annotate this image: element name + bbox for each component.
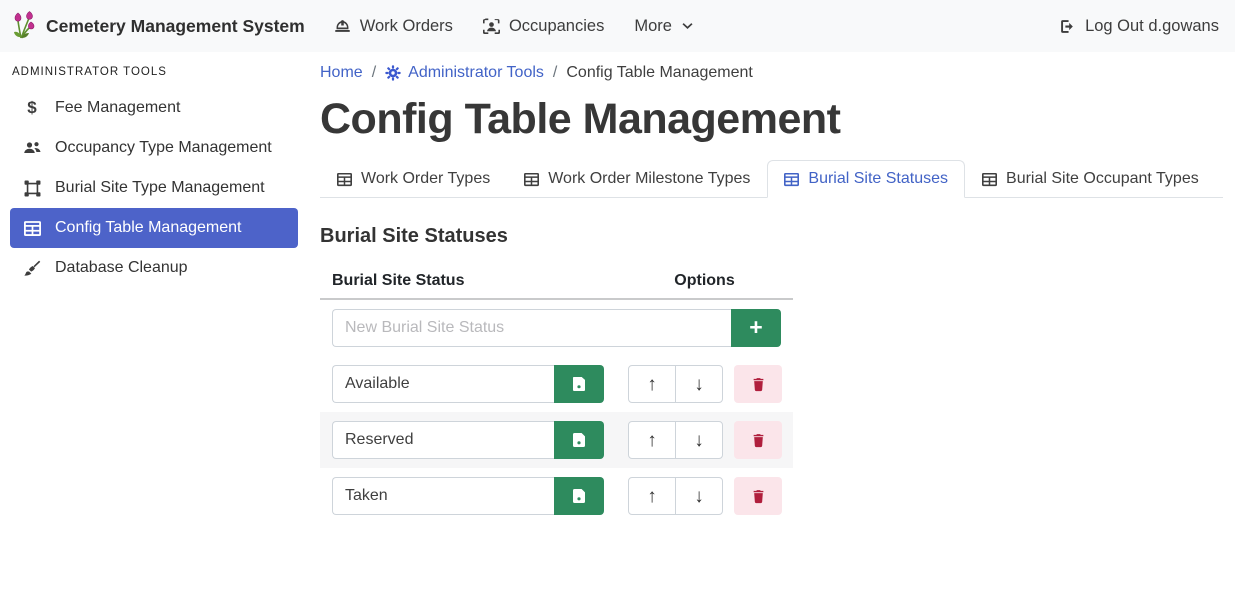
reorder-button-group: ↑ ↓ [628, 365, 723, 403]
add-status-button[interactable]: + [731, 309, 781, 347]
save-floppy-icon [571, 376, 587, 392]
sidebar-heading: ADMINISTRATOR TOOLS [0, 64, 308, 88]
sidebar: ADMINISTRATOR TOOLS $ Fee Management Occ… [0, 52, 308, 288]
sidebar-item-label: Database Cleanup [55, 259, 188, 277]
chevron-down-icon [681, 20, 694, 33]
column-header-status: Burial Site Status [320, 264, 616, 298]
plus-icon: + [749, 316, 762, 341]
people-icon [22, 140, 42, 156]
tab-label: Work Order Milestone Types [548, 170, 750, 188]
reorder-button-group: ↑ ↓ [628, 477, 723, 515]
page-title: Config Table Management [320, 95, 1223, 144]
nav-item-label: Occupancies [509, 17, 604, 36]
move-down-button[interactable]: ↓ [675, 477, 723, 515]
save-floppy-icon [571, 488, 587, 504]
table-icon [524, 172, 539, 187]
dollar-icon: $ [22, 98, 42, 118]
breadcrumb-admin-tools-link[interactable]: Administrator Tools [385, 64, 544, 82]
arrow-up-icon: ↑ [647, 374, 657, 395]
trash-icon [751, 377, 766, 392]
nav-item-occupancies[interactable]: Occupancies [468, 7, 619, 46]
tab-label: Work Order Types [361, 170, 490, 188]
breadcrumb-separator: / [553, 64, 557, 82]
delete-button[interactable] [734, 421, 782, 459]
move-up-button[interactable]: ↑ [628, 477, 676, 515]
delete-button[interactable] [734, 365, 782, 403]
arrow-down-icon: ↓ [694, 486, 704, 507]
top-navbar: Cemetery Management System Work Orders O… [0, 0, 1235, 52]
breadcrumb-label: Administrator Tools [408, 64, 544, 82]
table-icon [337, 172, 352, 187]
table-icon [784, 172, 799, 187]
new-status-input[interactable] [332, 309, 731, 347]
breadcrumb: Home / [320, 64, 1223, 82]
status-row-taken: ↑ ↓ [320, 468, 793, 524]
sidebar-item-fee-management[interactable]: $ Fee Management [10, 88, 298, 128]
sidebar-item-label: Occupancy Type Management [55, 139, 272, 157]
tab-work-order-types[interactable]: Work Order Types [320, 160, 507, 198]
nav-links: Work Orders Occupancies More [319, 7, 709, 46]
bounding-box-icon [22, 180, 42, 197]
column-header-options: Options [616, 264, 793, 298]
arrow-down-icon: ↓ [694, 430, 704, 451]
save-button[interactable] [554, 421, 604, 459]
sidebar-item-database-cleanup[interactable]: Database Cleanup [10, 248, 298, 288]
brand[interactable]: Cemetery Management System [10, 11, 305, 41]
sidebar-item-label: Config Table Management [55, 219, 242, 237]
save-button[interactable] [554, 365, 604, 403]
breadcrumb-separator: / [372, 64, 376, 82]
hard-hat-icon [334, 18, 351, 35]
status-input[interactable] [332, 477, 554, 515]
nav-item-label: Work Orders [360, 17, 453, 36]
burial-site-status-table: Burial Site Status Options + [320, 264, 793, 524]
delete-button[interactable] [734, 477, 782, 515]
logout-button[interactable]: Log Out d.gowans [1059, 17, 1219, 36]
breadcrumb-current: Config Table Management [566, 64, 753, 82]
tab-burial-site-occupant-types[interactable]: Burial Site Occupant Types [965, 160, 1216, 198]
tab-bar: Work Order Types Work Order Milestone Ty… [320, 160, 1223, 198]
sidebar-item-occupancy-type-management[interactable]: Occupancy Type Management [10, 128, 298, 168]
sidebar-item-burial-site-type-management[interactable]: Burial Site Type Management [10, 168, 298, 208]
save-floppy-icon [571, 432, 587, 448]
arrow-up-icon: ↑ [647, 430, 657, 451]
arrow-down-icon: ↓ [694, 374, 704, 395]
tulips-logo-icon [10, 11, 37, 41]
logout-label: Log Out d.gowans [1085, 17, 1219, 36]
status-row-available: ↑ ↓ [320, 356, 793, 412]
new-status-row: + [320, 300, 793, 356]
tab-label: Burial Site Statuses [808, 170, 948, 188]
main-content: Home / [308, 52, 1235, 591]
nav-item-label: More [634, 17, 672, 36]
move-up-button[interactable]: ↑ [628, 365, 676, 403]
reorder-button-group: ↑ ↓ [628, 421, 723, 459]
save-button[interactable] [554, 477, 604, 515]
sidebar-item-config-table-management[interactable]: Config Table Management [10, 208, 298, 248]
app-title: Cemetery Management System [46, 16, 305, 37]
sidebar-item-label: Fee Management [55, 99, 180, 117]
box-arrow-right-icon [1059, 18, 1076, 35]
tab-work-order-milestone-types[interactable]: Work Order Milestone Types [507, 160, 767, 198]
tab-burial-site-statuses[interactable]: Burial Site Statuses [767, 160, 965, 198]
sidebar-item-label: Burial Site Type Management [55, 179, 265, 197]
breadcrumb-home-link[interactable]: Home [320, 64, 363, 82]
gear-icon [385, 65, 401, 81]
table-header-row: Burial Site Status Options [320, 264, 793, 300]
move-down-button[interactable]: ↓ [675, 365, 723, 403]
status-input[interactable] [332, 421, 554, 459]
nav-item-more[interactable]: More [619, 7, 709, 46]
tab-label: Burial Site Occupant Types [1006, 170, 1199, 188]
move-up-button[interactable]: ↑ [628, 421, 676, 459]
nav-item-work-orders[interactable]: Work Orders [319, 7, 468, 46]
table-icon [22, 220, 42, 237]
status-row-reserved: ↑ ↓ [320, 412, 793, 468]
broom-icon [22, 260, 42, 277]
trash-icon [751, 433, 766, 448]
trash-icon [751, 489, 766, 504]
move-down-button[interactable]: ↓ [675, 421, 723, 459]
table-icon [982, 172, 997, 187]
arrow-up-icon: ↑ [647, 486, 657, 507]
status-input[interactable] [332, 365, 554, 403]
section-heading: Burial Site Statuses [320, 225, 1223, 248]
person-bounding-box-icon [483, 18, 500, 35]
